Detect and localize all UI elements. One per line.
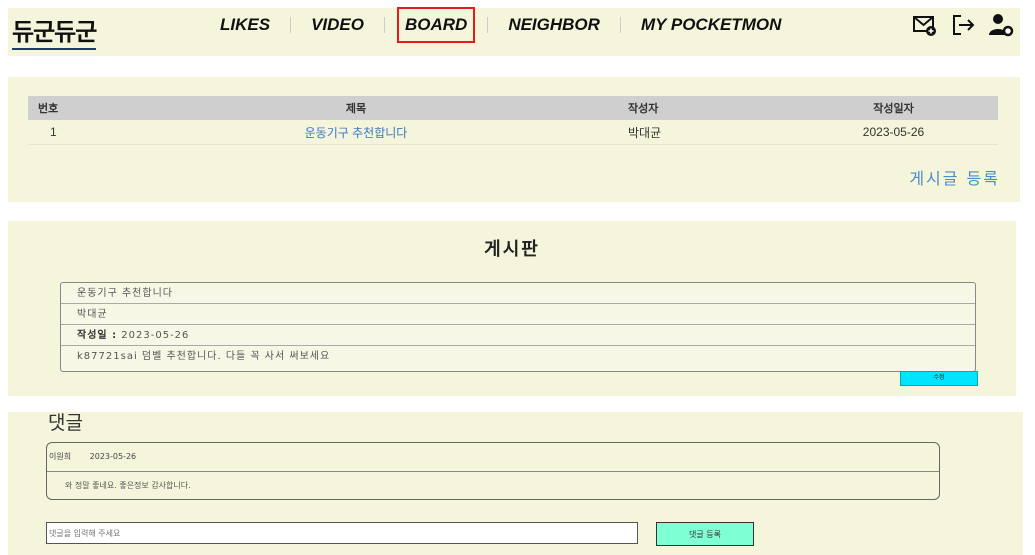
table-row[interactable]: 1 운동기구 추천합니다 박대균 2023-05-26: [28, 120, 998, 145]
nav-video[interactable]: VIDEO: [305, 11, 370, 39]
write-post-button[interactable]: 게시글 등록: [909, 165, 1000, 189]
comment-item: 이원희 2023-05-26 와 정말 좋네요. 좋은정보 감사합니다.: [46, 442, 940, 500]
comment-submit-button[interactable]: 댓글 등록: [656, 522, 754, 546]
col-no-header: 번호: [28, 96, 85, 120]
logout-icon[interactable]: [950, 12, 976, 38]
comment-text: 와 정말 좋네요. 좋은정보 감사합니다.: [65, 481, 191, 490]
board-table: 번호 제목 작성자 작성일자 1 운동기구 추천합니다 박대균 2023-05-…: [28, 96, 998, 145]
post-date-row: 작성일 : 2023-05-26: [61, 325, 975, 346]
col-title-header: 제목: [85, 96, 627, 120]
top-nav-bar: 듀군듀군 LIKES VIDEO BOARD NEIGHBOR MY POCKE…: [8, 7, 1020, 56]
row-date: 2023-05-26: [789, 120, 998, 145]
row-author: 박대균: [627, 120, 789, 145]
nav-divider: [619, 17, 621, 33]
comments-heading: 댓글: [48, 412, 83, 434]
post-date: 2023-05-26: [121, 330, 190, 341]
comment-meta: 이원희 2023-05-26: [47, 443, 939, 472]
user-settings-icon[interactable]: [988, 12, 1014, 38]
comment-input[interactable]: [46, 522, 638, 544]
board-list-panel: 번호 제목 작성자 작성일자 1 운동기구 추천합니다 박대균 2023-05-…: [8, 77, 1020, 202]
site-logo[interactable]: 듀군듀군: [12, 12, 97, 50]
row-title-link[interactable]: 운동기구 추천합니다: [305, 126, 408, 140]
post-date-label: 작성일 :: [77, 330, 118, 341]
header-icons: [912, 12, 1014, 38]
comments-panel: 댓글 이원희 2023-05-26 와 정말 좋네요. 좋은정보 감사합니다. …: [8, 412, 1023, 555]
nav-divider: [487, 17, 489, 33]
col-date-header: 작성일자: [789, 96, 998, 120]
post-author: 박대균: [61, 304, 975, 325]
nav-likes[interactable]: LIKES: [214, 11, 276, 39]
nav-neighbor[interactable]: NEIGHBOR: [502, 11, 606, 39]
detail-heading: 게시판: [484, 239, 540, 260]
comment-author: 이원희: [49, 452, 72, 461]
nav-board[interactable]: BOARD: [396, 7, 476, 43]
table-header-row: 번호 제목 작성자 작성일자: [28, 96, 998, 120]
row-no: 1: [28, 120, 85, 145]
nav-divider: [290, 17, 292, 33]
comment-date: 2023-05-26: [89, 452, 137, 461]
post-detail-box: 운동기구 추천합니다 박대균 작성일 : 2023-05-26 k87721sa…: [60, 282, 976, 372]
nav-my-pocketmon[interactable]: MY POCKETMON: [635, 11, 787, 39]
mail-add-icon[interactable]: [912, 12, 938, 38]
col-author-header: 작성자: [627, 96, 789, 120]
post-content: k87721sai 덤벨 추천합니다. 다들 꼭 사서 써보세요: [77, 351, 331, 362]
post-title: 운동기구 추천합니다: [61, 283, 975, 304]
nav-divider: [383, 17, 385, 33]
edit-post-button[interactable]: 수정: [900, 371, 978, 386]
post-detail-panel: 게시판 운동기구 추천합니다 박대균 작성일 : 2023-05-26 k877…: [8, 221, 1016, 396]
main-nav: LIKES VIDEO BOARD NEIGHBOR MY POCKETMON: [214, 7, 787, 43]
